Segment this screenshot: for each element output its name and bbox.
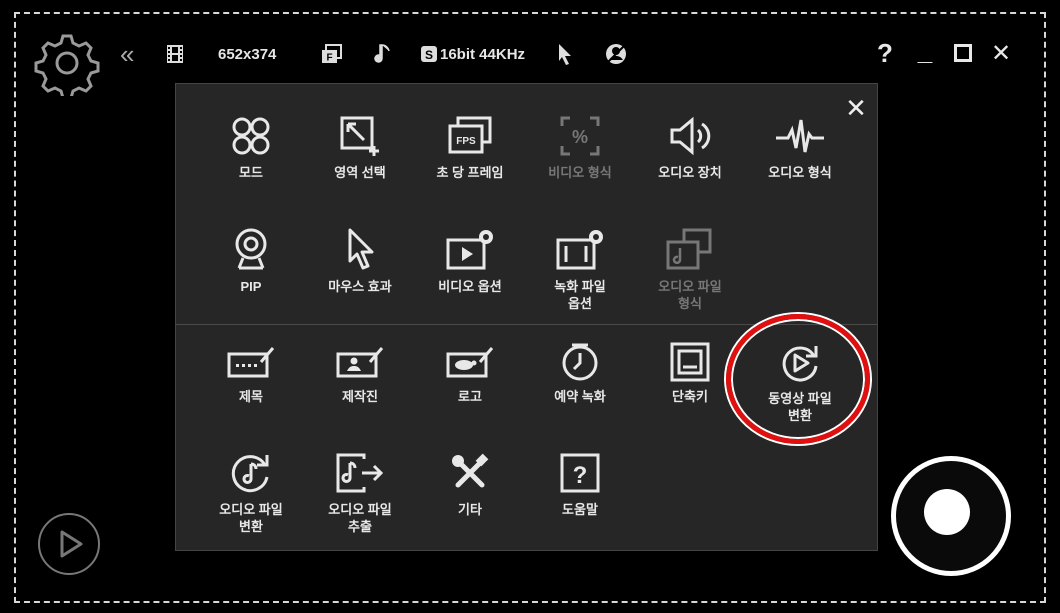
audio-device-icon	[670, 116, 711, 156]
settings-gear-icon[interactable]	[34, 30, 100, 96]
tile-video-options[interactable]: 비디오 옵션	[415, 226, 525, 326]
tile-label: 비디오 형식	[548, 165, 612, 180]
svg-text:FPS: FPS	[456, 136, 476, 147]
tile-label: 초 당 프레임	[436, 165, 504, 180]
music-note-icon[interactable]	[373, 40, 397, 68]
tile-label: 오디오 파일 추출	[328, 502, 392, 534]
help-icon: ?	[560, 453, 600, 493]
tile-label: 녹화 파일 옵션	[554, 279, 606, 311]
video-options-icon	[446, 230, 493, 270]
audio-extract-icon	[336, 453, 384, 493]
stereo-icon: S	[421, 46, 437, 62]
video-film-icon[interactable]	[163, 40, 187, 68]
credits-icon	[336, 347, 384, 378]
resolution-label[interactable]: 652x374	[218, 40, 276, 68]
tile-label: 비디오 옵션	[438, 279, 502, 294]
tile-label: 제작진	[342, 389, 378, 404]
tile-audio-device[interactable]: 오디오 장치	[635, 114, 745, 214]
maximize-button[interactable]	[948, 38, 978, 68]
maximize-icon	[954, 44, 972, 62]
tile-mode[interactable]: 모드	[196, 114, 306, 214]
play-icon	[60, 530, 83, 558]
close-window-button[interactable]: ✕	[986, 38, 1016, 68]
tile-label: 예약 녹화	[554, 389, 606, 404]
tile-label: 기타	[458, 502, 482, 517]
tile-mouse-effect[interactable]: 마우스 효과	[305, 226, 415, 326]
fps-icon: FPS	[448, 116, 492, 154]
tile-audio-file-format: 오디오 파일 형식	[635, 226, 745, 326]
tile-label: 도움말	[562, 502, 598, 517]
highlight-circle	[726, 314, 870, 444]
tile-pip[interactable]: PIP	[196, 226, 306, 326]
tile-audio-extract[interactable]: 오디오 파일 추출	[305, 451, 415, 551]
tile-credits[interactable]: 제작진	[305, 342, 415, 442]
audio-format-toolbar[interactable]: S 16bit 44KHz	[420, 40, 525, 68]
tile-label: PIP	[240, 279, 262, 294]
tile-tools[interactable]: 기타	[415, 451, 525, 551]
play-button[interactable]	[38, 513, 100, 575]
tile-label: 오디오 파일 형식	[658, 279, 722, 311]
cursor-icon	[348, 228, 374, 270]
tile-label: 모드	[239, 165, 263, 180]
tile-fps[interactable]: FPS 초 당 프레임	[415, 114, 525, 214]
fps-toolbar-icon[interactable]: F	[320, 40, 344, 68]
collapse-chevron-icon[interactable]: «	[120, 39, 134, 69]
tile-label: 마우스 효과	[328, 279, 392, 294]
tile-record-file-options[interactable]: 녹화 파일 옵션	[525, 226, 635, 326]
tile-audio-format[interactable]: 오디오 형식	[745, 114, 855, 214]
tile-label: 제목	[239, 389, 263, 404]
webcam-icon	[235, 228, 267, 270]
video-format-icon: %	[560, 116, 600, 156]
logo-icon	[446, 347, 494, 378]
tile-label: 로고	[458, 389, 482, 404]
tile-video-format: % 비디오 형식	[525, 114, 635, 214]
audio-file-format-icon	[666, 228, 712, 270]
minimize-button[interactable]: _	[910, 36, 940, 66]
cursor-toolbar-icon[interactable]	[553, 40, 577, 68]
help-button[interactable]: ?	[870, 38, 900, 68]
clock-icon	[562, 343, 598, 381]
audio-format-label: 16bit 44KHz	[440, 45, 526, 63]
tile-title[interactable]: 제목	[196, 342, 306, 442]
record-file-options-icon	[556, 230, 603, 270]
tile-audio-convert[interactable]: 오디오 파일 변환	[196, 451, 306, 551]
tile-area-select[interactable]: 영역 선택	[305, 114, 415, 214]
record-dot-icon	[924, 489, 970, 535]
tile-help[interactable]: ? 도움말	[525, 451, 635, 551]
mode-icon	[232, 117, 270, 155]
svg-text:?: ?	[573, 462, 588, 489]
tile-logo[interactable]: 로고	[415, 342, 525, 442]
record-button[interactable]	[891, 456, 1011, 576]
tools-icon	[452, 453, 489, 488]
svg-text:%: %	[572, 127, 588, 147]
title-icon	[227, 347, 275, 378]
tile-scheduled-recording[interactable]: 예약 녹화	[525, 342, 635, 442]
tile-label: 오디오 장치	[658, 165, 722, 180]
svg-text:S: S	[425, 48, 433, 62]
tile-label: 영역 선택	[334, 165, 386, 180]
audio-convert-icon	[231, 455, 269, 493]
tile-label: 오디오 형식	[768, 165, 832, 180]
hotkey-icon	[670, 342, 710, 382]
svg-text:F: F	[326, 53, 332, 64]
tile-label: 오디오 파일 변환	[219, 502, 283, 534]
area-select-icon	[340, 116, 379, 156]
audio-format-icon	[776, 119, 824, 153]
webcam-toolbar-icon[interactable]	[604, 40, 628, 68]
